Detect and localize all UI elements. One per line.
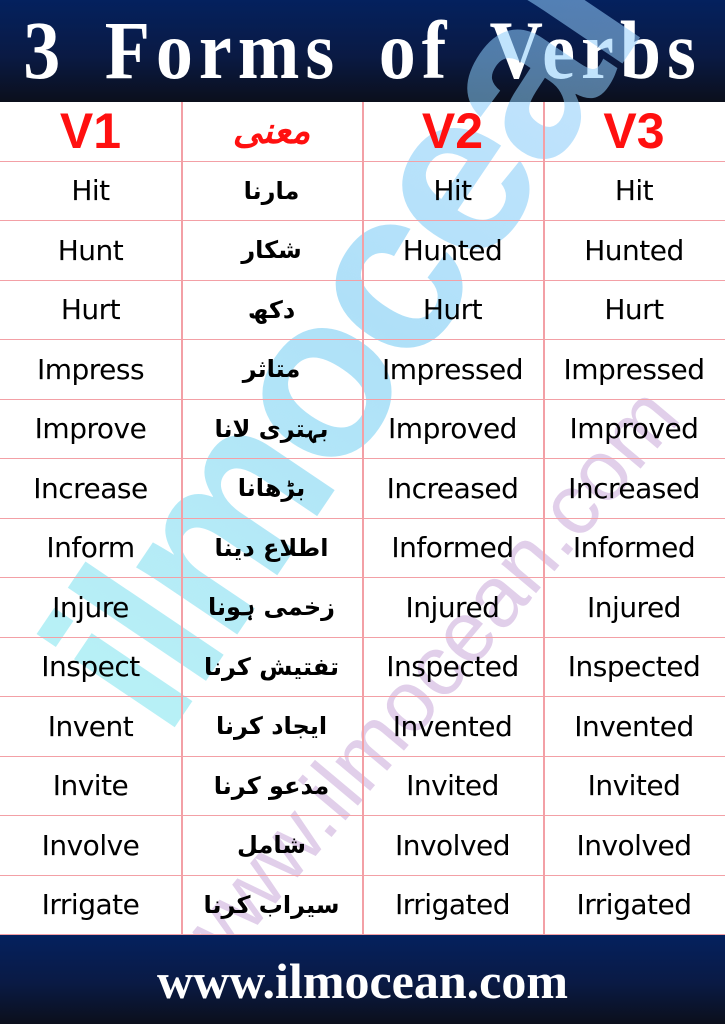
cell-v3: Injured (587, 590, 681, 624)
cell-v3: Hunted (584, 233, 684, 267)
cell-v3: Invited (587, 769, 681, 803)
cell-v3: Hurt (604, 293, 664, 327)
cell-v3: Inspected (567, 650, 701, 684)
cell-v3: Invented (574, 709, 694, 743)
cell-meaning: بڑھانا (237, 474, 306, 503)
cell-v2: Hurt (422, 293, 483, 327)
cell-meaning: زخمی ہونا (208, 593, 335, 622)
cell-v1: Improve (34, 412, 147, 446)
column-header-v2: V2 (421, 103, 484, 160)
column-divider (362, 102, 364, 935)
verb-forms-table: ilmocean www.ilmocean.com V1 معنی V2 V3 … (0, 0, 725, 994)
cell-meaning: تفتیش کرنا (203, 652, 340, 681)
cell-v2: Informed (391, 531, 514, 565)
cell-meaning: شامل (237, 831, 306, 860)
cell-v1: Injure (52, 590, 129, 624)
cell-v2: Injured (405, 590, 500, 624)
cell-v1: Invent (47, 709, 134, 743)
cell-meaning: مدعو کرنا (213, 771, 330, 800)
cell-v2: Hunted (402, 233, 503, 267)
cell-v2: Impressed (381, 352, 524, 386)
cell-meaning: ایجاد کرنا (215, 712, 328, 741)
cell-v1: Inform (46, 531, 135, 565)
title-banner: 3 Forms of Verbs (0, 0, 725, 102)
column-header-meaning: معنی (232, 110, 311, 153)
website-url: www.ilmocean.com (156, 953, 569, 1009)
cell-v1: Irrigate (41, 888, 140, 922)
cell-v2: Irrigated (395, 888, 510, 922)
column-divider (543, 102, 545, 935)
cell-meaning: مارنا (243, 176, 300, 205)
cell-v2: Improved (388, 412, 517, 446)
cell-v1: Hurt (60, 293, 121, 327)
cell-v3: Impressed (563, 352, 705, 386)
cell-v3: Involved (576, 828, 692, 862)
cell-v1: Invite (52, 769, 129, 803)
page-title: 3 Forms of Verbs (23, 5, 702, 97)
cell-meaning: دکھ (247, 295, 296, 324)
cell-v1: Impress (36, 352, 145, 386)
cell-meaning: اطلاع دینا (214, 533, 329, 562)
column-header-v1: V1 (59, 103, 122, 160)
cell-v3: Informed (572, 531, 696, 565)
cell-v2: Invited (406, 769, 499, 803)
cell-v3: Irrigated (576, 888, 692, 922)
cell-v3: Hit (614, 174, 654, 208)
column-divider (181, 102, 183, 935)
cell-v1: Hunt (57, 233, 124, 267)
cell-v3: Improved (569, 412, 699, 446)
footer-banner: www.ilmocean.com (0, 935, 725, 1024)
cell-v1: Hit (71, 174, 110, 208)
cell-v1: Increase (33, 471, 148, 505)
cell-v2: Invented (392, 709, 513, 743)
cell-v3: Increased (568, 471, 700, 505)
cell-meaning: بہتری لانا (214, 414, 329, 443)
cell-meaning: سیراب کرنا (203, 890, 340, 919)
cell-meaning: متاثر (242, 355, 301, 384)
column-header-v3: V3 (603, 103, 665, 160)
cell-v2: Inspected (386, 650, 519, 684)
cell-v2: Hit (433, 174, 472, 208)
cell-v2: Increased (386, 471, 519, 505)
cell-v1: Involve (41, 828, 140, 862)
cell-v1: Inspect (41, 650, 140, 684)
cell-v2: Involved (394, 828, 511, 862)
cell-meaning: شکار (241, 236, 302, 265)
